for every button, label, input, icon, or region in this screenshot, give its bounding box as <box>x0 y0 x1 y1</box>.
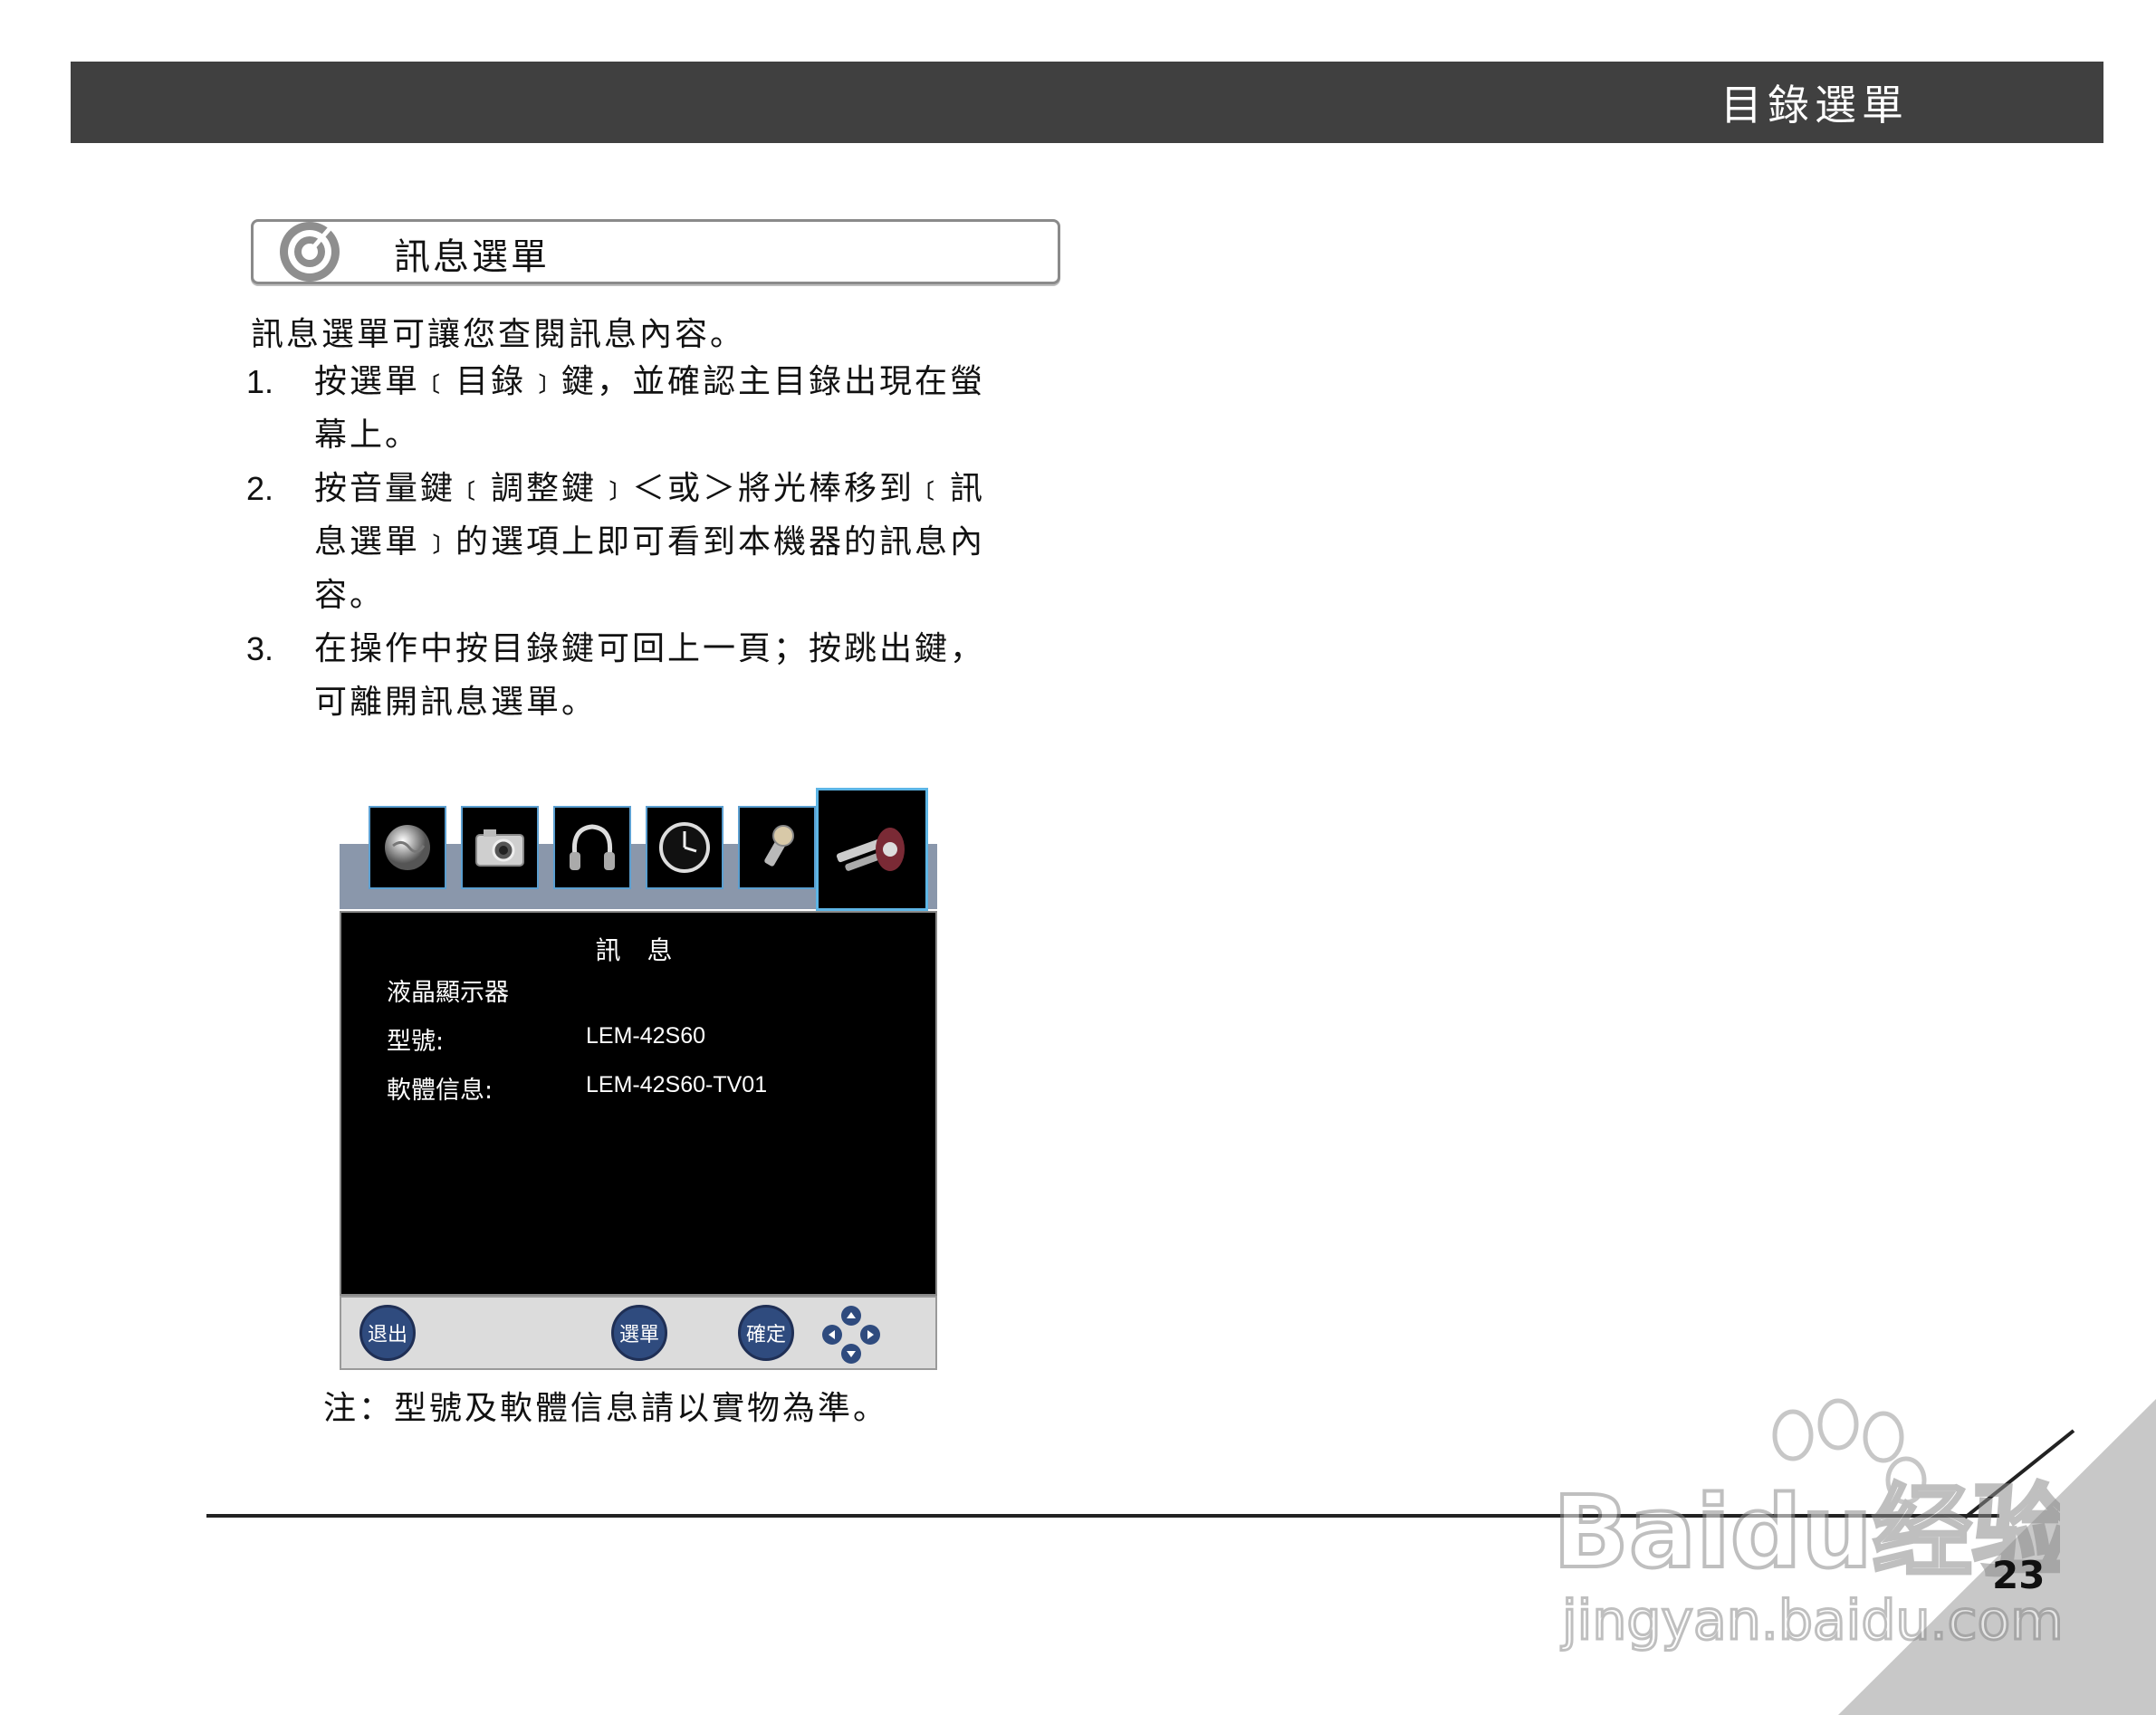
baidu-watermark: Baidu经验 jingyan.baidu.com <box>1551 1398 2060 1653</box>
headphones-icon <box>570 824 615 870</box>
tab-info[interactable] <box>816 788 928 911</box>
section-heading: 訊息選單 <box>251 219 1060 284</box>
target-icon <box>280 222 340 282</box>
step-line: 容。 <box>314 577 386 614</box>
step-3: 3. 在操作中按目錄鍵可回上一頁；按跳出鍵， 可離開訊息選單。 <box>246 622 1007 729</box>
osd-footer: 退出 選單 確定 <box>340 1296 937 1370</box>
tab-time[interactable] <box>646 806 723 889</box>
step-line: 按音量鍵﹝調整鍵﹞＜或＞將光棒移到﹝訊 <box>314 470 986 507</box>
picture-icon <box>385 825 430 870</box>
dpad-icon[interactable] <box>819 1303 883 1366</box>
header-bar: 目錄選單 <box>71 62 2103 143</box>
step-number: 2. <box>246 470 274 507</box>
step-number: 1. <box>246 363 274 400</box>
watermark-url: jingyan.baidu.com <box>1560 1589 2060 1653</box>
step-1: 1. 按選單﹝目錄﹞鍵，並確認主目錄出現在螢 幕上。 <box>246 355 1007 462</box>
setup-icon <box>764 825 794 867</box>
tab-setup[interactable] <box>738 806 816 889</box>
info-icon <box>836 828 905 871</box>
osd-product: 液晶顯示器 <box>387 979 509 1007</box>
step-line: 在操作中按目錄鍵可回上一頁；按跳出鍵， <box>314 630 986 667</box>
step-line: 可離開訊息選單。 <box>314 684 598 721</box>
header-title: 目錄選單 <box>1720 81 1909 129</box>
osd-software-value: LEM-42S60-TV01 <box>586 1072 768 1097</box>
clock-icon <box>659 822 710 873</box>
section-title: 訊息選單 <box>394 236 550 278</box>
steps-list: 1. 按選單﹝目錄﹞鍵，並確認主目錄出現在螢 幕上。 2. 按音量鍵﹝調整鍵﹞＜… <box>246 355 1007 729</box>
osd-info-panel: 訊 息 液晶顯示器 型號: LEM-42S60 軟體信息: LEM-42S60-… <box>340 911 937 1296</box>
osd-model-value: LEM-42S60 <box>586 1023 706 1049</box>
osd-software-label: 軟體信息: <box>387 1077 493 1105</box>
step-2: 2. 按音量鍵﹝調整鍵﹞＜或＞將光棒移到﹝訊 息選單﹞的選項上即可看到本機器的訊… <box>246 462 1007 622</box>
note-text: 注：型號及軟體信息請以實物為準。 <box>323 1390 889 1427</box>
exit-button[interactable]: 退出 <box>359 1305 416 1361</box>
ok-button[interactable]: 確定 <box>738 1305 794 1361</box>
osd-screenshot: 訊 息 液晶顯示器 型號: LEM-42S60 軟體信息: LEM-42S60-… <box>340 786 937 1370</box>
menu-button[interactable]: 選單 <box>611 1305 667 1361</box>
step-line: 息選單﹞的選項上即可看到本機器的訊息內 <box>314 523 986 560</box>
page-number: 23 <box>1992 1553 2046 1597</box>
camera-icon <box>475 829 524 867</box>
osd-panel-title: 訊 息 <box>595 935 682 965</box>
tab-picture[interactable] <box>369 806 446 889</box>
watermark-brand: Baidu经验 <box>1553 1474 2060 1590</box>
tab-camera[interactable] <box>461 806 539 889</box>
intro-text: 訊息選單可讓您查閱訊息內容。 <box>251 316 746 353</box>
osd-model-label: 型號: <box>387 1028 445 1056</box>
step-line: 幕上。 <box>314 417 421 454</box>
step-number: 3. <box>246 630 274 667</box>
step-line: 按選單﹝目錄﹞鍵，並確認主目錄出現在螢 <box>314 363 986 400</box>
tab-audio[interactable] <box>553 806 631 889</box>
